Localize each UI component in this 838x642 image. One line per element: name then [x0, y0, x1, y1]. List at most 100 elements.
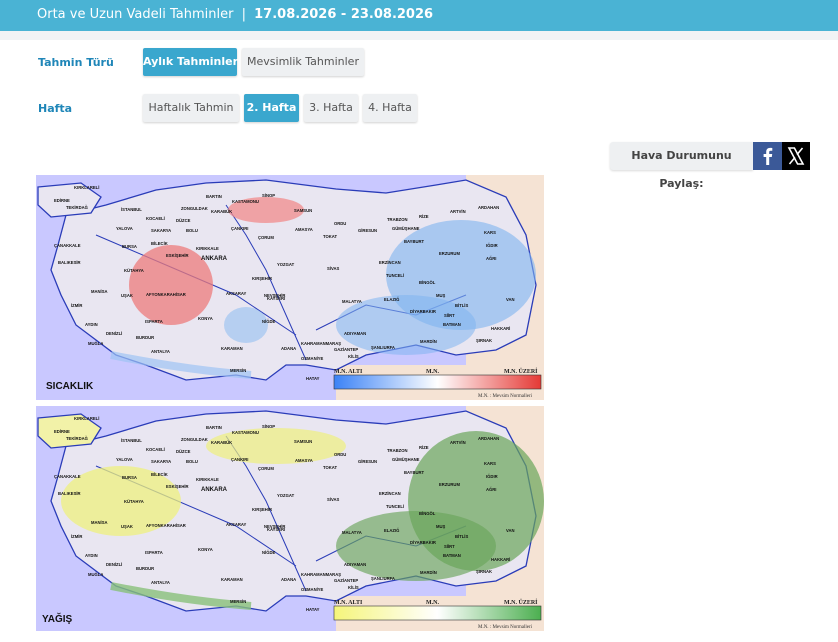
province-label: MARDİN	[420, 570, 437, 575]
province-label: ANTALYA	[151, 580, 170, 585]
province-label: NEVŞEHİR	[264, 524, 285, 529]
precipitation-map: YAĞIŞ M.N. ALTI M.N. M.N. ÜZERİ M.N. : M…	[36, 406, 544, 631]
share-label: Hava Durumunu Paylaş:	[610, 142, 753, 190]
province-label: BİNGÖL	[419, 511, 436, 516]
province-label: ÇORUM	[258, 466, 274, 471]
province-label: ORDU	[334, 221, 346, 226]
province-label: HAKKARİ	[491, 326, 510, 331]
province-label: ARDAHAN	[478, 205, 499, 210]
province-label: SİNOP	[262, 193, 275, 198]
province-label: MALATYA	[342, 530, 362, 535]
province-label: BALIKESİR	[58, 491, 81, 496]
province-label: AKSARAY	[226, 522, 247, 527]
legend-note: M.N. : Mevsim Normalleri	[478, 625, 533, 630]
province-label: KIRKLARELİ	[74, 416, 99, 421]
province-label: EDİRNE	[54, 429, 70, 434]
province-label: RİZE	[419, 445, 429, 450]
x-icon[interactable]	[782, 142, 810, 170]
province-label: TEKİRDAĞ	[66, 436, 88, 441]
province-label: AYDIN	[85, 553, 98, 558]
province-label: KARS	[484, 230, 496, 235]
page-header: Orta ve Uzun Vadeli Tahminler | 17.08.20…	[0, 0, 838, 31]
province-label: BİLECİK	[151, 472, 168, 477]
province-label: SİNOP	[262, 424, 275, 429]
tab-week-3[interactable]: 3. Hafta	[304, 94, 358, 122]
province-label: SİİRT	[444, 544, 455, 549]
province-label: ISPARTA	[145, 319, 163, 324]
province-label: BİTLİS	[455, 303, 468, 308]
share-bar: Hava Durumunu Paylaş:	[610, 142, 810, 190]
province-label: GAZİANTEP	[334, 347, 358, 352]
province-label: AKSARAY	[226, 291, 247, 296]
province-label: ANTALYA	[151, 349, 170, 354]
facebook-icon[interactable]	[753, 142, 782, 170]
province-label: ŞIRNAK	[476, 338, 492, 343]
precipitation-map-title: YAĞIŞ	[42, 612, 73, 625]
province-label: DENİZLİ	[106, 562, 122, 567]
province-label: BATMAN	[443, 553, 461, 558]
province-label: MUĞLA	[88, 341, 103, 346]
tab-week-4[interactable]: 4. Hafta	[363, 94, 417, 122]
province-label: IĞDIR	[486, 474, 498, 479]
legend-mid-label: M.N.	[426, 369, 439, 375]
province-label: KARAMAN	[221, 346, 243, 351]
province-label: ADIYAMAN	[344, 562, 366, 567]
province-label: HATAY	[306, 607, 320, 612]
province-label: SİVAS	[327, 266, 339, 271]
province-label: ARDAHAN	[478, 436, 499, 441]
province-label: KARAMAN	[221, 577, 243, 582]
province-label: AMASYA	[295, 227, 313, 232]
province-label: MUĞLA	[88, 572, 103, 577]
province-label: BATMAN	[443, 322, 461, 327]
tab-seasonal-forecasts[interactable]: Mevsimlik Tahminler	[242, 48, 364, 76]
province-label: ŞIRNAK	[476, 569, 492, 574]
tab-monthly-forecasts[interactable]: Aylık Tahminler	[143, 48, 238, 76]
province-label: KIRŞEHİR	[252, 276, 272, 281]
province-label: BİLECİK	[151, 241, 168, 246]
province-label: GÜMÜŞHANE	[392, 457, 420, 462]
province-label: OSMANİYE	[301, 587, 324, 592]
page-title-text: Orta ve Uzun Vadeli Tahminler	[37, 7, 234, 22]
province-label: ISPARTA	[145, 550, 163, 555]
province-label: MUŞ	[436, 293, 446, 298]
province-label: ANKARA	[201, 487, 228, 493]
province-label: AFYONKARAHİSAR	[146, 292, 186, 297]
province-label: SAMSUN	[294, 439, 312, 444]
province-label: BİNGÖL	[419, 280, 436, 285]
province-label: ESKİŞEHİR	[166, 484, 189, 489]
province-label: BURSA	[122, 244, 137, 249]
province-label: NİĞDE	[262, 319, 275, 324]
legend-low-label: M.N. ALTI	[334, 600, 363, 606]
province-label: HAKKARİ	[491, 557, 510, 562]
province-label: SİİRT	[444, 313, 455, 318]
province-label: UŞAK	[121, 524, 133, 529]
province-label: YALOVA	[116, 226, 133, 231]
province-label: HATAY	[306, 376, 320, 381]
province-label: ADANA	[281, 346, 296, 351]
province-label: GAZİANTEP	[334, 578, 358, 583]
tab-week-2[interactable]: 2. Hafta	[244, 94, 299, 122]
province-label: ORDU	[334, 452, 346, 457]
week-label: Hafta	[38, 102, 73, 115]
tab-weekly-forecast[interactable]: Haftalık Tahmin	[143, 94, 239, 122]
province-label: ESKİŞEHİR	[166, 253, 189, 258]
province-label: MUŞ	[436, 524, 446, 529]
province-label: TRABZON	[387, 448, 407, 453]
province-label: GİRESUN	[358, 228, 377, 233]
header-divider	[0, 31, 838, 40]
temperature-map-title: SICAKLIK	[46, 381, 94, 392]
province-label: NEVŞEHİR	[264, 293, 285, 298]
province-label: MERSİN	[230, 599, 246, 604]
province-label: ERZİNCAN	[379, 491, 401, 496]
page-title: Orta ve Uzun Vadeli Tahminler | 17.08.20…	[37, 7, 433, 22]
legend-note: M.N. : Mevsim Normalleri	[478, 394, 533, 399]
province-label: AMASYA	[295, 458, 313, 463]
province-label: KASTAMONU	[232, 430, 259, 435]
province-label: KASTAMONU	[232, 199, 259, 204]
province-label: MANİSA	[91, 289, 108, 294]
province-label: BİTLİS	[455, 534, 468, 539]
forecast-type-label: Tahmin Türü	[38, 56, 114, 69]
province-label: RİZE	[419, 214, 429, 219]
province-label: MANİSA	[91, 520, 108, 525]
province-label: BOLU	[186, 459, 198, 464]
